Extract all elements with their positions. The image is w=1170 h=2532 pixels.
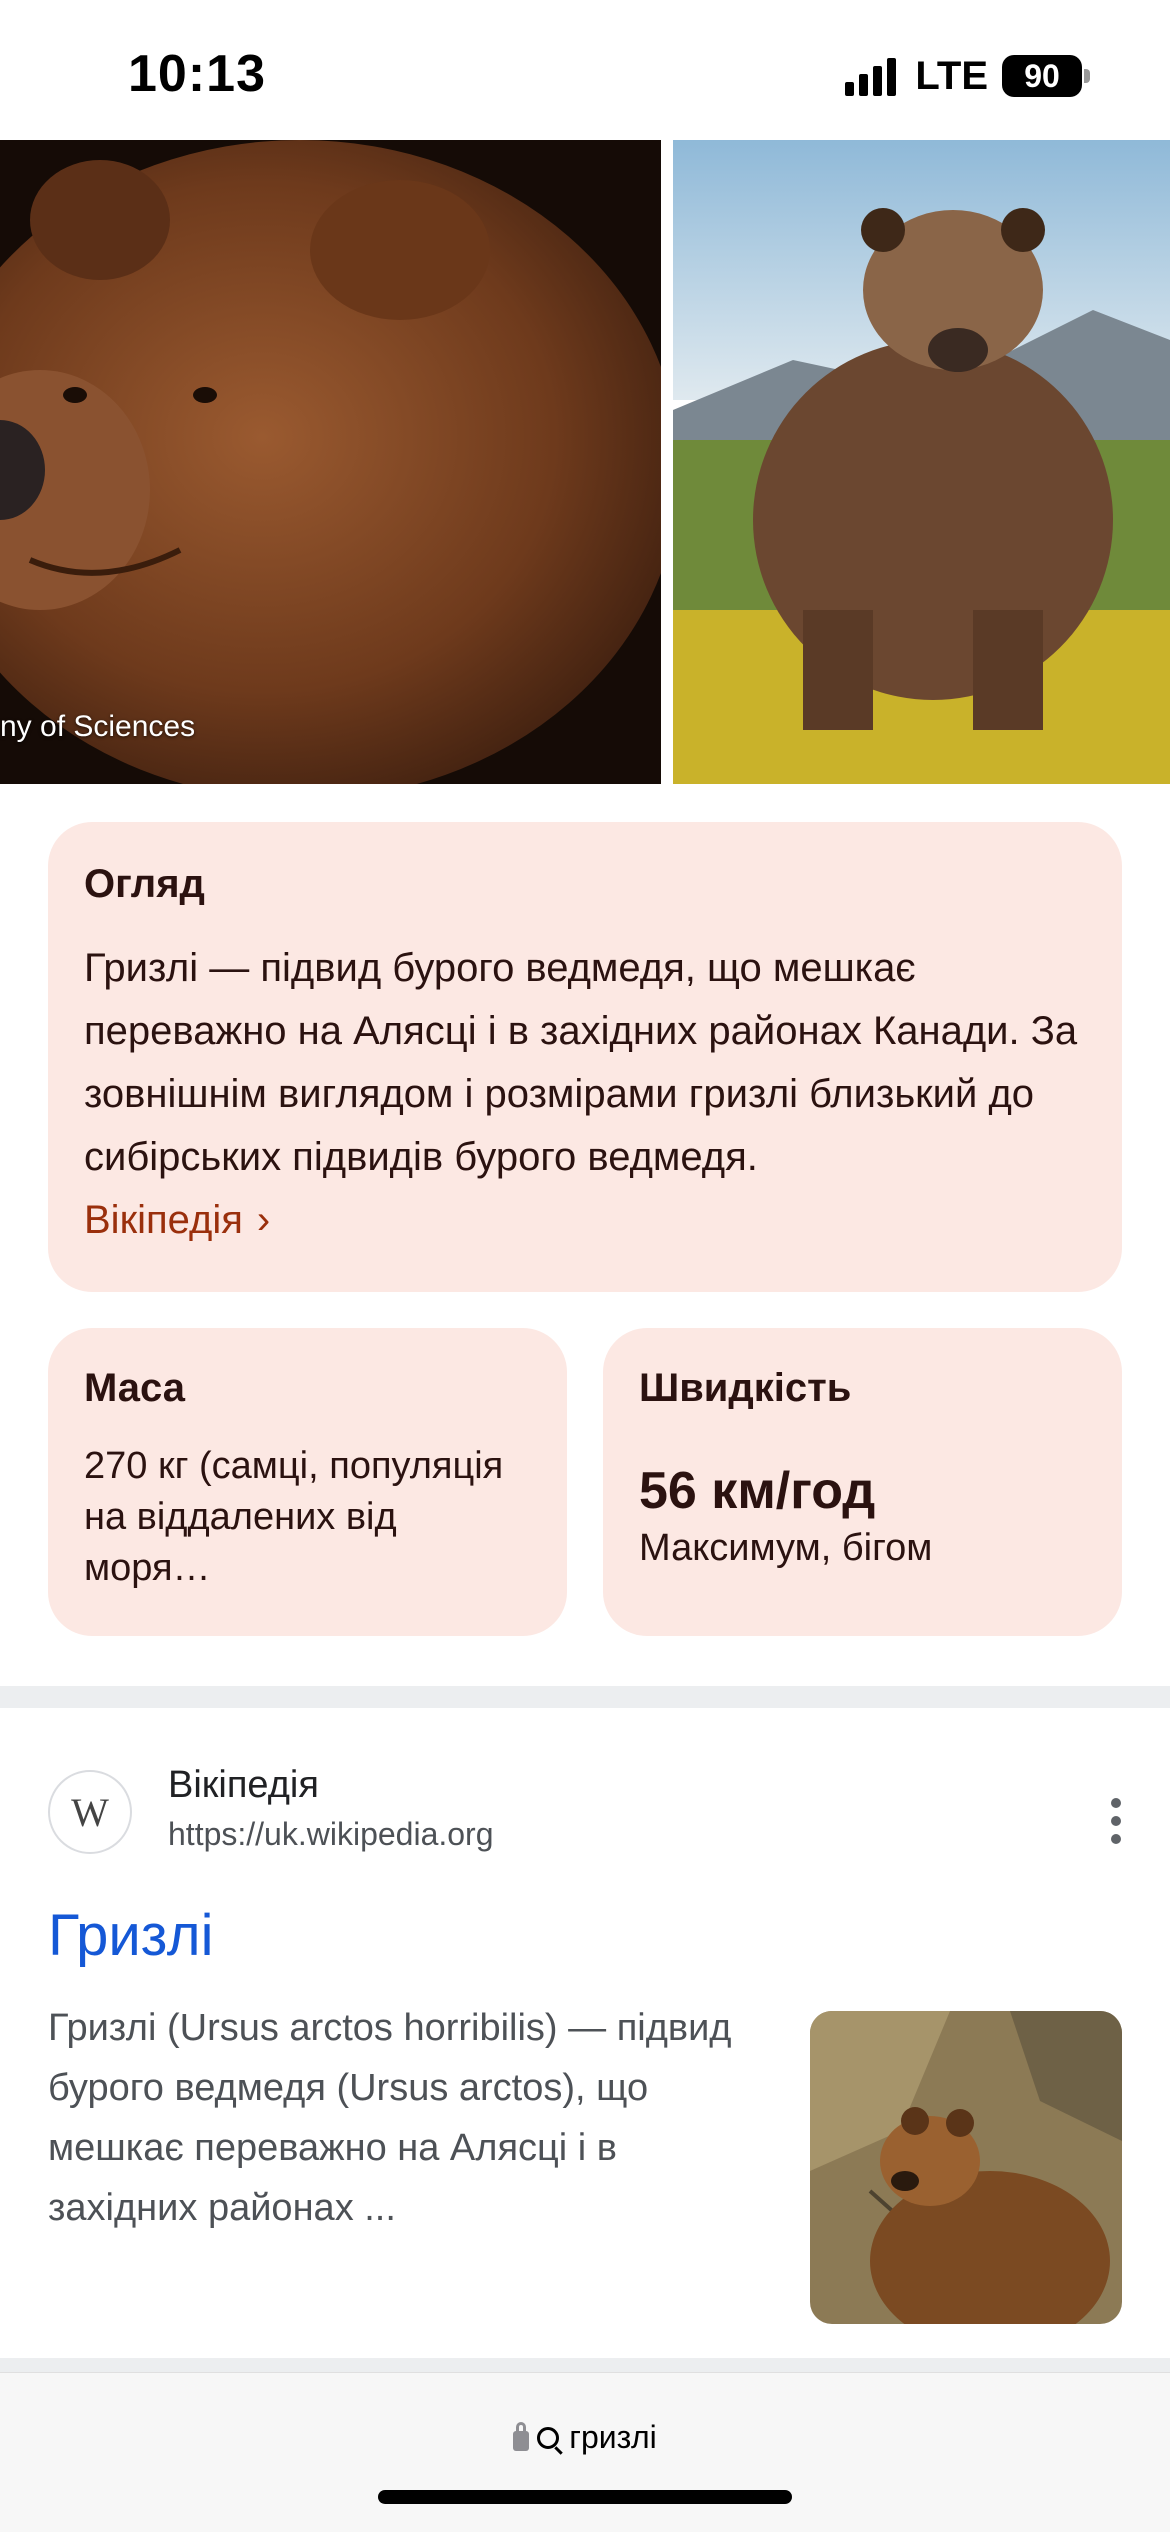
lock-icon bbox=[513, 2421, 530, 2451]
browser-address-bar[interactable]: гризлі bbox=[0, 2372, 1170, 2532]
section-divider-bottom bbox=[0, 2358, 1170, 2372]
battery-nub bbox=[1084, 69, 1090, 83]
chevron-right-icon: › bbox=[256, 1198, 271, 1242]
network-type: LTE bbox=[915, 53, 988, 98]
result-site-name[interactable]: Вікіпедія bbox=[168, 1764, 319, 1807]
speed-value: 56 км/год bbox=[639, 1462, 876, 1520]
result-snippet: Гризлі (Ursus arctos horribilis) — підви… bbox=[48, 2007, 732, 2229]
search-result: W Вікіпедія https://uk.wikipedia.org Гри… bbox=[0, 1708, 1170, 2363]
mass-title: Маса bbox=[84, 1366, 186, 1410]
bear-head-photo bbox=[0, 140, 661, 784]
status-time: 10:13 bbox=[128, 45, 266, 103]
search-icon bbox=[537, 2426, 560, 2449]
section-divider bbox=[0, 1686, 1170, 1708]
result-title-link[interactable]: Гризлі bbox=[48, 1902, 213, 1969]
bear-head-image[interactable]: ny of Sciences bbox=[0, 140, 661, 784]
image-credit: ny of Sciences bbox=[0, 710, 196, 743]
wikipedia-favicon-icon: W bbox=[48, 1770, 132, 1854]
battery-icon: 90 bbox=[1002, 55, 1082, 97]
mass-text: 270 кг (самці, популяція на віддалених в… bbox=[84, 1445, 504, 1589]
address-pill[interactable]: гризлі bbox=[0, 2419, 1170, 2456]
overview-title: Огляд bbox=[84, 862, 205, 906]
overview-text: Гризлі — підвид бурого ведмедя, що мешка… bbox=[84, 946, 1078, 1179]
image-carousel[interactable]: ny of Sciences bbox=[0, 140, 1170, 784]
speed-card[interactable]: Швидкість 56 км/год Максимум, бігом bbox=[603, 1328, 1122, 1636]
home-indicator[interactable] bbox=[378, 2490, 792, 2504]
search-query[interactable]: гризлі bbox=[569, 2419, 656, 2456]
status-indicators: LTE 90 bbox=[845, 54, 1090, 98]
overview-card: Огляд Гризлі — підвид бурого ведмедя, що… bbox=[48, 822, 1122, 1292]
speed-title: Швидкість bbox=[639, 1366, 852, 1410]
more-options-icon[interactable] bbox=[1110, 1798, 1122, 1852]
cellular-signal-icon bbox=[845, 56, 901, 96]
wikipedia-link[interactable]: Вікіпедія › bbox=[84, 1189, 270, 1252]
speed-note: Максимум, бігом bbox=[639, 1527, 933, 1569]
bear-standing-image[interactable] bbox=[673, 140, 1170, 784]
result-url[interactable]: https://uk.wikipedia.org bbox=[168, 1816, 494, 1853]
bear-thumbnail bbox=[810, 2011, 1122, 2324]
status-bar: 10:13 LTE 90 bbox=[0, 0, 1170, 140]
bear-standing-photo bbox=[673, 140, 1170, 784]
mass-card[interactable]: Маса 270 кг (самці, популяція на віддале… bbox=[48, 1328, 567, 1636]
battery-level: 90 bbox=[1024, 57, 1060, 94]
result-thumbnail[interactable] bbox=[810, 2011, 1122, 2324]
wikipedia-link-label: Вікіпедія bbox=[84, 1198, 243, 1242]
